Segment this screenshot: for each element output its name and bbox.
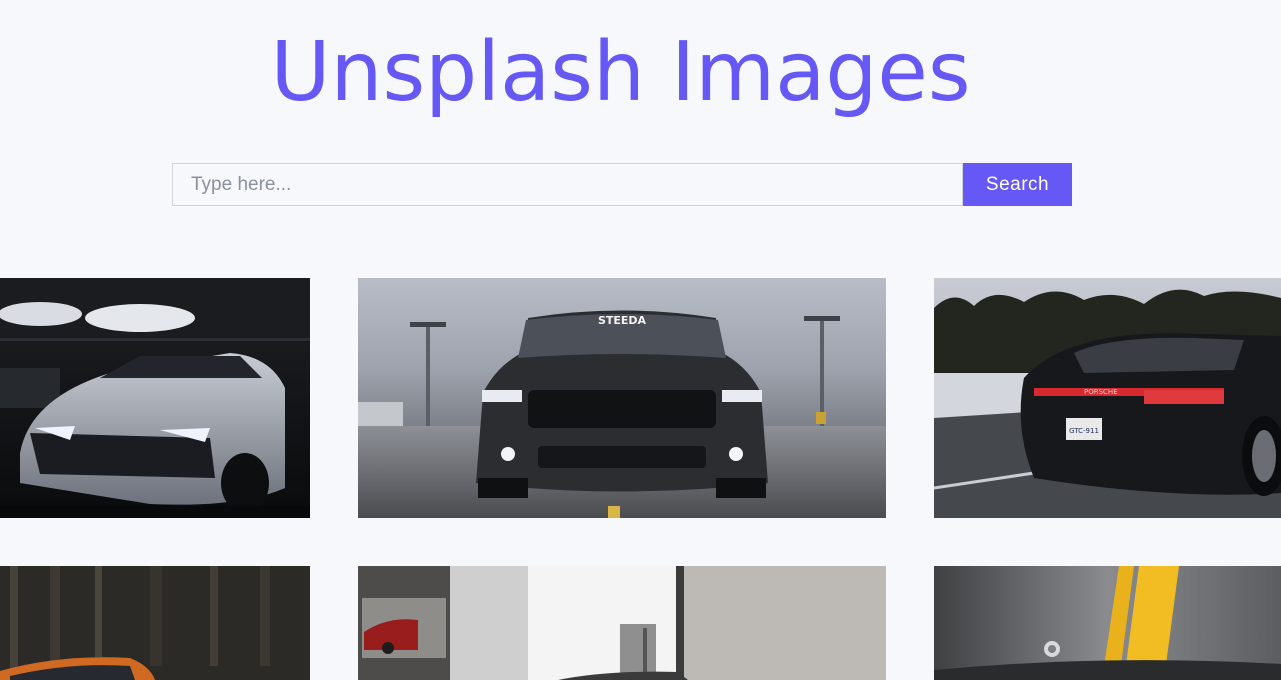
mustang-photo: STEEDA xyxy=(358,278,886,518)
gallery-image[interactable]: STEEDA xyxy=(358,278,886,518)
porsche-photo: PORSCHE GTC-911 xyxy=(934,278,1281,518)
gallery-image[interactable] xyxy=(0,566,310,680)
gallery-image[interactable] xyxy=(934,566,1281,680)
windshield-banner: STEEDA xyxy=(598,314,647,327)
rear-badge: PORSCHE xyxy=(1084,388,1118,396)
license-plate: GTC-911 xyxy=(1069,427,1099,435)
gallery-image[interactable] xyxy=(358,566,886,680)
showroom-photo xyxy=(358,566,886,680)
image-gallery: STEEDA PORSCHE GTC-911 xyxy=(0,0,1281,680)
gallery-image[interactable] xyxy=(0,278,310,518)
stripe-car-photo xyxy=(934,566,1281,680)
camaro-photo xyxy=(0,278,310,518)
orange-car-photo xyxy=(0,566,310,680)
gallery-image[interactable]: PORSCHE GTC-911 xyxy=(934,278,1281,518)
